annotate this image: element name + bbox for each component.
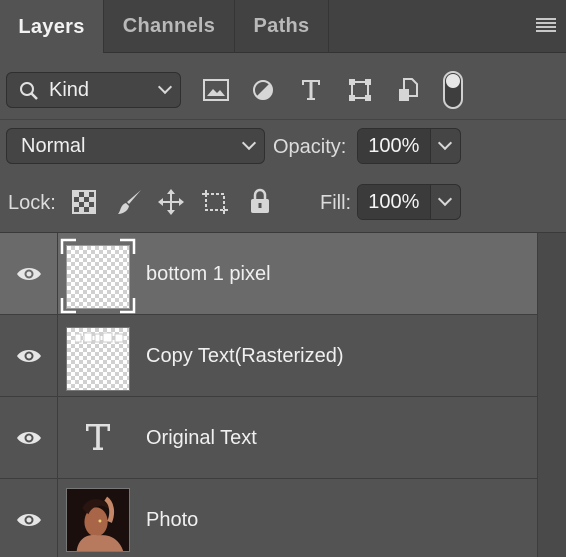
filter-kind-dropdown[interactable]: Kind	[6, 72, 181, 108]
smart-object-filter-icon[interactable]	[398, 78, 418, 102]
tab-channels-label: Channels	[122, 15, 216, 37]
selection-corners-icon	[60, 238, 136, 314]
layer-row[interactable]: bottom 1 pixel	[0, 233, 537, 315]
panel-tab-bar: Layers Channels Paths	[0, 0, 566, 54]
visibility-column	[0, 397, 58, 478]
toggle-knob	[446, 74, 460, 88]
layer-row[interactable]: Original Text	[0, 397, 537, 479]
chevron-down-icon	[437, 135, 452, 151]
type-layer-icon[interactable]	[85, 423, 111, 451]
chevron-down-icon	[437, 191, 452, 207]
blend-mode-dropdown[interactable]: Normal	[6, 128, 265, 164]
fill-slider-button[interactable]	[431, 185, 460, 219]
lock-image-pixels-icon[interactable]	[116, 188, 144, 216]
eye-icon[interactable]	[16, 511, 42, 529]
layer-name[interactable]: bottom 1 pixel	[146, 233, 271, 315]
image-filter-icon[interactable]	[203, 79, 229, 101]
text-pixels-mark	[75, 332, 124, 343]
layers-scrollbar[interactable]	[537, 233, 566, 557]
lock-transparent-pixels-icon[interactable]	[72, 190, 96, 214]
opacity-label: Opacity:	[273, 136, 347, 158]
tab-paths-label: Paths	[253, 15, 310, 37]
visibility-column	[0, 479, 58, 557]
chevron-down-icon	[157, 79, 173, 95]
blend-mode-value: Normal	[21, 134, 86, 157]
fill-control[interactable]: 100%	[357, 184, 461, 220]
search-icon	[20, 82, 38, 100]
eye-icon[interactable]	[16, 429, 42, 447]
opacity-control[interactable]: 100%	[357, 128, 461, 164]
tab-channels[interactable]: Channels	[103, 0, 235, 53]
tab-paths[interactable]: Paths	[235, 0, 329, 53]
layer-row[interactable]: Copy Text(Rasterized)	[0, 315, 537, 397]
opacity-slider-button[interactable]	[431, 129, 460, 163]
lock-all-icon[interactable]	[250, 188, 270, 214]
layer-name[interactable]: Original Text	[146, 397, 257, 479]
lock-position-icon[interactable]	[158, 189, 184, 215]
tab-layers-label: Layers	[18, 15, 85, 38]
lock-artboard-icon[interactable]	[201, 189, 229, 215]
panel-menu-icon[interactable]	[536, 18, 556, 32]
layer-name[interactable]: Photo	[146, 479, 198, 557]
divider	[0, 119, 566, 120]
eye-icon[interactable]	[16, 265, 42, 283]
filter-kind-label: Kind	[49, 78, 90, 101]
layer-name[interactable]: Copy Text(Rasterized)	[146, 315, 343, 397]
lock-label: Lock:	[8, 192, 56, 214]
fill-input[interactable]: 100%	[358, 185, 431, 219]
fill-label: Fill:	[320, 192, 352, 214]
visibility-column	[0, 315, 58, 396]
type-filter-icon[interactable]	[301, 79, 321, 101]
tab-layers[interactable]: Layers	[0, 0, 103, 54]
visibility-column	[0, 233, 58, 314]
eye-icon[interactable]	[16, 347, 42, 365]
opacity-input[interactable]: 100%	[358, 129, 431, 163]
shape-filter-icon[interactable]	[348, 78, 372, 102]
rasterized-text-thumbnail[interactable]	[66, 327, 130, 391]
filter-toggle-switch[interactable]	[443, 71, 463, 109]
chevron-down-icon	[241, 135, 257, 151]
adjustment-filter-icon[interactable]	[252, 79, 274, 101]
photo-thumbnail[interactable]	[66, 488, 130, 552]
layer-row[interactable]: Photo	[0, 479, 537, 557]
layers-list: bottom 1 pixel Copy Text(Rasterized) Ori…	[0, 233, 566, 557]
